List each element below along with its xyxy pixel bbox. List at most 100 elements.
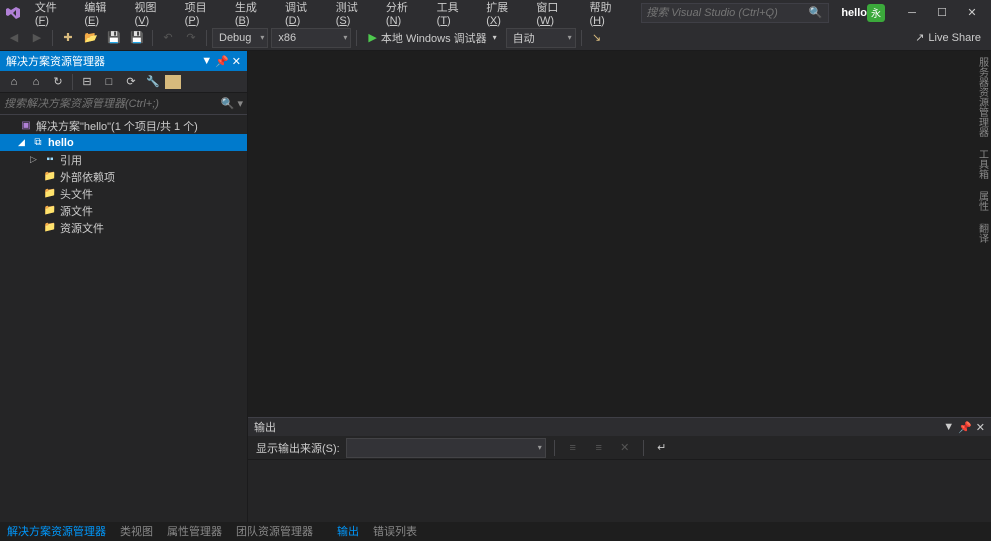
sources-label: 源文件 — [60, 203, 93, 219]
panel-close-icon[interactable]: ✕ — [232, 55, 241, 68]
minimize-button[interactable]: ─ — [897, 3, 927, 23]
global-search[interactable]: 🔍 — [641, 3, 829, 23]
menu-bar: 文件(F)编辑(E)视图(V)项目(P)生成(B)调试(D)测试(S)分析(N)… — [28, 0, 633, 30]
window-controls: ─ ☐ ✕ — [897, 3, 987, 23]
rail-tab-1[interactable]: 工具箱 — [974, 145, 991, 183]
resources-label: 资源文件 — [60, 220, 104, 236]
project-label: hello — [48, 137, 74, 149]
output-clear-icon[interactable]: ✕ — [615, 438, 635, 458]
menu-h[interactable]: 帮助(H) — [583, 0, 634, 30]
status-tab-left-2[interactable]: 属性管理器 — [160, 521, 229, 541]
se-home2-icon[interactable]: ⌂ — [26, 72, 46, 92]
project-node[interactable]: ◢ ⧉ hello — [0, 134, 247, 151]
live-share-label: Live Share — [928, 32, 981, 44]
close-button[interactable]: ✕ — [957, 3, 987, 23]
se-search-icon[interactable]: 🔍 ▾ — [221, 97, 243, 110]
user-avatar[interactable]: 永 — [867, 4, 885, 22]
expand-icon[interactable]: ◢ — [18, 137, 28, 148]
menu-f[interactable]: 文件(F) — [28, 0, 78, 30]
menu-d[interactable]: 调试(D) — [278, 0, 329, 30]
menu-x[interactable]: 扩展(X) — [479, 0, 529, 30]
external-label: 外部依赖项 — [60, 169, 115, 185]
global-search-input[interactable] — [646, 7, 806, 19]
headers-node[interactable]: 📁 头文件 — [0, 185, 247, 202]
solution-icon: ▣ — [19, 119, 33, 133]
platform-dropdown[interactable]: x86 — [271, 28, 351, 48]
open-icon[interactable]: 📂 — [81, 28, 101, 48]
menu-w[interactable]: 窗口(W) — [529, 0, 582, 30]
editor-area: 输出 ▼ 📌 ✕ 显示输出来源(S): ≡ ≡ ✕ ↵ — [248, 51, 991, 522]
status-tab-left-1[interactable]: 类视图 — [113, 521, 160, 541]
panel-title: 解决方案资源管理器 — [6, 53, 105, 69]
live-share-button[interactable]: ↗ Live Share — [909, 31, 987, 44]
output-source-dropdown[interactable] — [346, 438, 546, 458]
status-tab-left-0[interactable]: 解决方案资源管理器 — [0, 521, 113, 541]
references-icon: ▪▪ — [43, 153, 57, 167]
output-goto-icon[interactable]: ≡ — [589, 438, 609, 458]
undo-icon[interactable]: ↶ — [158, 28, 178, 48]
sources-node[interactable]: 📁 源文件 — [0, 202, 247, 219]
se-collapse-icon[interactable]: ⊟ — [77, 72, 97, 92]
status-tab-right-0[interactable]: 输出 — [330, 521, 366, 541]
menu-p[interactable]: 项目(P) — [178, 0, 228, 30]
auto-dropdown[interactable]: 自动 — [506, 28, 576, 48]
expand-icon[interactable]: ▷ — [30, 154, 40, 165]
new-file-icon[interactable]: ✚ — [58, 28, 78, 48]
menu-t[interactable]: 工具(T) — [430, 0, 480, 30]
menu-e[interactable]: 编辑(E) — [77, 0, 127, 30]
folder-icon: 📁 — [43, 204, 57, 218]
solution-explorer-search[interactable]: 🔍 ▾ — [0, 93, 247, 115]
output-pin-icon[interactable]: 📌 — [958, 421, 972, 434]
folder-icon: 📁 — [43, 187, 57, 201]
config-dropdown[interactable]: Debug — [212, 28, 268, 48]
vs-logo-icon — [4, 4, 22, 22]
se-search-input[interactable] — [4, 98, 204, 110]
nav-forward-icon[interactable]: ▶ — [27, 28, 47, 48]
folder-icon: 📁 — [43, 221, 57, 235]
output-wrap-icon[interactable]: ↵ — [652, 438, 672, 458]
redo-icon[interactable]: ↷ — [181, 28, 201, 48]
play-icon: ▶ — [368, 31, 376, 44]
solution-tree: ▣ 解决方案"hello"(1 个项目/共 1 个) ◢ ⧉ hello ▷ ▪… — [0, 115, 247, 522]
output-body[interactable] — [248, 460, 991, 522]
output-dropdown-icon[interactable]: ▼ — [943, 421, 954, 434]
external-deps-node[interactable]: 📁 外部依赖项 — [0, 168, 247, 185]
output-controls: ▼ 📌 ✕ — [943, 421, 985, 434]
solution-node[interactable]: ▣ 解决方案"hello"(1 个项目/共 1 个) — [0, 117, 247, 134]
se-showall-icon[interactable]: □ — [99, 72, 119, 92]
resources-node[interactable]: 📁 资源文件 — [0, 219, 247, 236]
panel-pin-icon[interactable]: 📌 — [215, 55, 229, 68]
menu-n[interactable]: 分析(N) — [379, 0, 430, 30]
menu-b[interactable]: 生成(B) — [228, 0, 278, 30]
run-button[interactable]: ▶ 本地 Windows 调试器 ▾ — [362, 28, 502, 48]
references-node[interactable]: ▷ ▪▪ 引用 — [0, 151, 247, 168]
rail-tab-2[interactable]: 属性 — [974, 187, 991, 215]
maximize-button[interactable]: ☐ — [927, 3, 957, 23]
output-find-icon[interactable]: ≡ — [563, 438, 583, 458]
output-close-icon[interactable]: ✕ — [976, 421, 985, 434]
save-icon[interactable]: 💾 — [104, 28, 124, 48]
menu-v[interactable]: 视图(V) — [128, 0, 178, 30]
editor-surface[interactable] — [248, 51, 991, 417]
panel-dropdown-icon[interactable]: ▼ — [201, 55, 212, 68]
status-tab-right-1[interactable]: 错误列表 — [366, 521, 424, 541]
step-icon[interactable]: ↘ — [587, 28, 607, 48]
rail-tab-0[interactable]: 服务器资源管理器 — [974, 53, 991, 141]
nav-back-icon[interactable]: ◀ — [4, 28, 24, 48]
menu-s[interactable]: 测试(S) — [329, 0, 379, 30]
panel-controls: ▼ 📌 ✕ — [201, 55, 241, 68]
se-home-icon[interactable]: ⌂ — [4, 72, 24, 92]
right-rail: 服务器资源管理器工具箱属性翻译 — [973, 51, 991, 247]
status-tab-left-3[interactable]: 团队资源管理器 — [229, 521, 320, 541]
se-refresh-icon[interactable]: ⟳ — [121, 72, 141, 92]
project-icon: ⧉ — [31, 136, 45, 150]
se-preview-icon[interactable] — [165, 75, 181, 89]
main-area: 解决方案资源管理器 ▼ 📌 ✕ ⌂ ⌂ ↻ ⊟ □ ⟳ 🔧 🔍 ▾ ▣ — [0, 51, 991, 522]
search-icon[interactable]: 🔍 — [809, 6, 823, 19]
save-all-icon[interactable]: 💾 — [127, 28, 147, 48]
project-title: hello — [841, 7, 867, 19]
se-properties-icon[interactable]: 🔧 — [143, 72, 163, 92]
rail-tab-3[interactable]: 翻译 — [974, 219, 991, 247]
share-icon: ↗ — [915, 31, 924, 44]
se-sync-icon[interactable]: ↻ — [48, 72, 68, 92]
